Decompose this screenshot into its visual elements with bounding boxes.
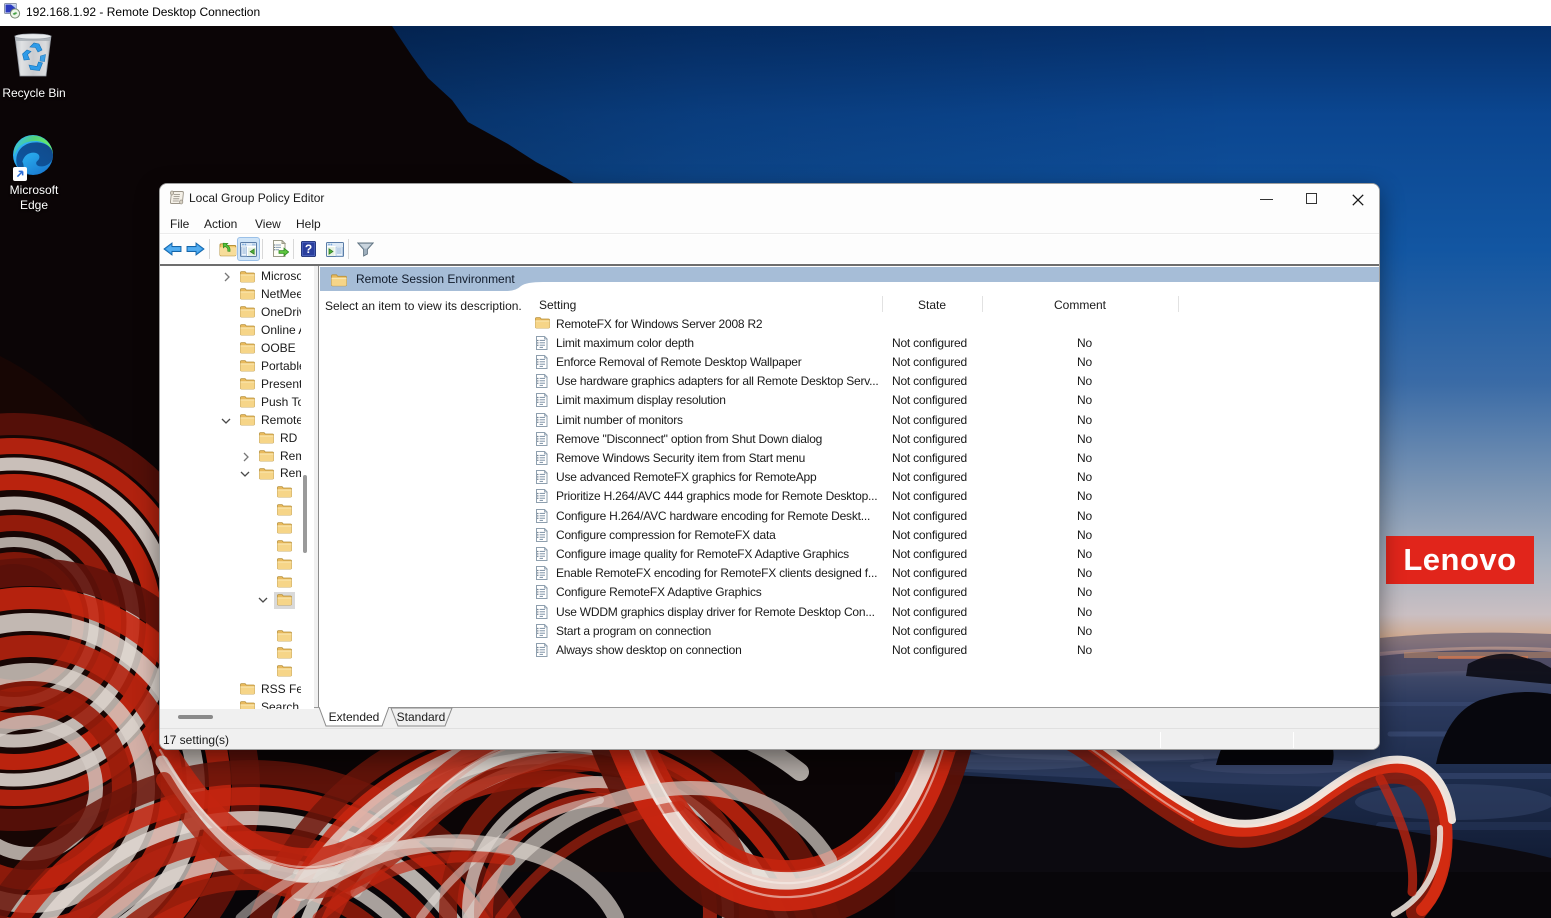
svg-text:?: ?	[305, 242, 312, 256]
svg-text:Extended: Extended	[329, 710, 380, 724]
svg-text:Standard: Standard	[397, 710, 446, 724]
